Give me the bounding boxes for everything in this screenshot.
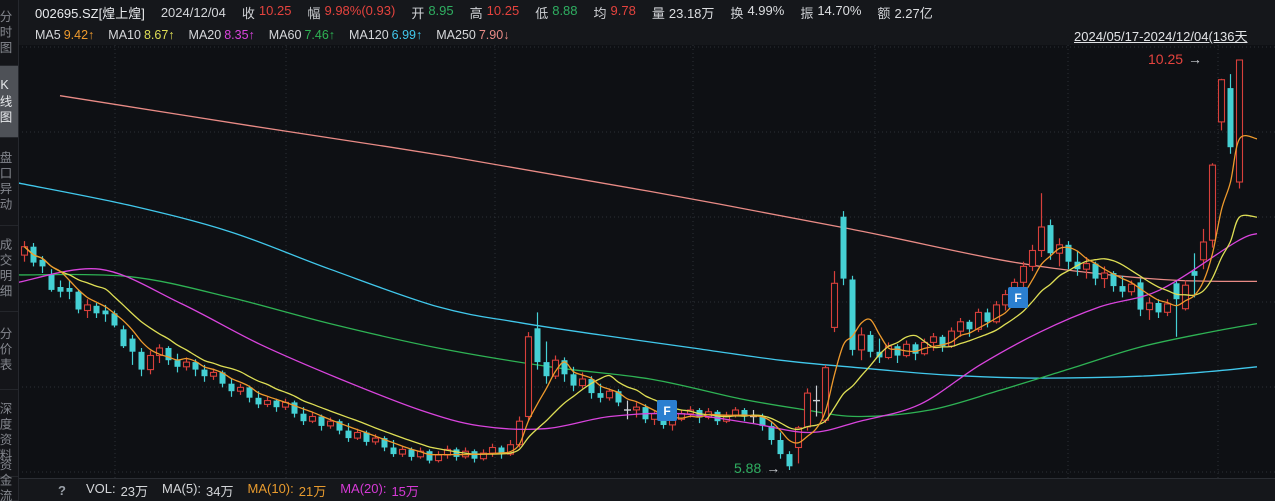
sidebar-tab-rail: 分时图 K线图盘口异动成交明细分价表深度资料资金流向 — [0, 0, 19, 501]
ma-legend-MA5: MA5 9.42↑ — [35, 28, 94, 42]
quote-field-label: 量 — [651, 5, 665, 21]
quote-field-value: 10.25 — [486, 2, 520, 18]
sidebar-tab-label: 分时图 — [0, 10, 12, 57]
ma-label: MA10 — [108, 27, 141, 42]
quote-field-均: 均 9.78 — [594, 3, 636, 22]
ma-value: 7.90↓ — [478, 27, 510, 42]
ma-label: MA60 — [268, 27, 302, 42]
trading-terminal: 分时图 K线图盘口异动成交明细分价表深度资料资金流向 002695.SZ[煌上煌]… — [0, 0, 1275, 501]
kline-chart[interactable]: 10.25 → 5.88 → F F — [18, 45, 1275, 478]
vol-legend-MA10: MA(10): 21万 — [248, 481, 327, 500]
quote-field-label: 振 — [800, 5, 814, 21]
ma-label: MA120 — [349, 27, 389, 42]
ma-value: 6.99↑ — [391, 27, 423, 42]
high-price-annotation: 10.25 → — [1148, 51, 1202, 67]
sidebar-tab-成交明细[interactable]: 成交明细 — [0, 226, 18, 312]
ma-value: 7.46↑ — [304, 27, 336, 42]
ma-legend-MA20: MA20 8.35↑ — [189, 28, 255, 42]
sidebar-tab-资金流向[interactable]: 资金流向 — [0, 458, 18, 501]
quote-field-value: 9.78 — [610, 2, 636, 18]
quote-field-开: 开 8.95 — [411, 3, 453, 22]
dividend-event-badge[interactable]: F — [1008, 287, 1028, 308]
sidebar-tab-盘口异动[interactable]: 盘口异动 — [0, 138, 18, 226]
ma-label: MA20 — [188, 27, 222, 42]
quote-field-label: 收 — [241, 5, 255, 21]
quote-field-label: 均 — [593, 5, 607, 21]
quote-field-label: 高 — [469, 5, 483, 21]
kline-canvas — [18, 45, 1275, 478]
vol-value: 15万 — [391, 483, 419, 499]
quote-field-value: 14.70% — [817, 2, 862, 18]
quote-field-value: 10.25 — [258, 2, 292, 18]
sidebar-tab-label: 成交明细 — [0, 237, 12, 300]
quote-field-value: 2.27亿 — [894, 5, 933, 21]
ma-value: 8.67↑ — [143, 27, 175, 42]
quote-field-label: 低 — [535, 5, 549, 21]
sidebar-tab-K线图[interactable]: K线图 — [0, 66, 18, 138]
quote-field-value: 9.98%(0.93) — [324, 2, 396, 18]
quote-field-收: 收 10.25 — [242, 3, 292, 22]
ma-value: 8.35↑ — [224, 27, 255, 42]
quote-field-value: 8.88 — [552, 2, 578, 18]
quote-info-bar: 002695.SZ[煌上煌] 2024/12/04 收 10.25 幅 9.98%(0… — [18, 0, 1275, 24]
vol-label: MA(5): — [162, 480, 202, 496]
vol-label: MA(20): — [340, 480, 387, 496]
vol-value: 34万 — [206, 483, 234, 499]
quote-field-幅: 幅 9.98%(0.93) — [307, 3, 395, 22]
ma-legend-MA250: MA250 7.90↓ — [436, 28, 509, 42]
quote-fields: 收 10.25 幅 9.98%(0.93) 开 8.95 高 10.25 低 8.88 均 9.78 量… — [242, 3, 933, 22]
vol-legend-MA5: MA(5): 34万 — [162, 481, 233, 500]
sidebar-tab-分价表[interactable]: 分价表 — [0, 312, 18, 390]
quote-field-label: 换 — [730, 5, 744, 21]
quote-field-label: 额 — [877, 5, 891, 21]
ma-legend: MA5 9.42↑ MA10 8.67↑ MA20 8.35↑ MA60 7.46↑ MA120… — [35, 28, 509, 42]
quote-field-振: 振 14.70% — [800, 3, 861, 22]
sidebar-tab-label: 资金流向 — [0, 457, 12, 501]
ma-legend-MA10: MA10 8.67↑ — [108, 28, 174, 42]
sidebar-tab-label: K线图 — [0, 77, 12, 126]
stock-symbol[interactable]: 002695.SZ[煌上煌] — [35, 3, 145, 22]
vol-value: 21万 — [298, 483, 327, 499]
help-icon[interactable]: ? — [58, 483, 66, 498]
vol-label: MA(10): — [247, 480, 294, 496]
dividend-event-badge[interactable]: F — [657, 400, 677, 421]
quote-field-value: 4.99% — [747, 2, 785, 18]
ma-legend-bar: MA5 9.42↑ MA10 8.67↑ MA20 8.35↑ MA60 7.46↑ MA120… — [18, 24, 1275, 46]
vol-legend-VOL: VOL: 23万 — [86, 481, 148, 500]
volume-legend: VOL: 23万 MA(5): 34万 MA(10): 21万 MA(20): 15万 — [86, 481, 419, 500]
quote-field-额: 额 2.27亿 — [877, 3, 932, 22]
ma-label: MA250 — [436, 27, 476, 42]
low-price-annotation: 5.88 → — [734, 460, 780, 476]
quote-field-label: 开 — [411, 5, 425, 21]
sidebar-tab-label: 分价表 — [0, 327, 12, 374]
date-range-link[interactable]: 2024/05/17-2024/12/04(136天 — [1074, 26, 1275, 45]
quote-field-量: 量 23.18万 — [652, 3, 715, 22]
volume-legend-bar: ? VOL: 23万 MA(5): 34万 MA(10): 21万 MA(20): 15万 — [18, 478, 1275, 501]
low-price-label: 5.88 — [734, 460, 762, 476]
ma-value: 9.42↑ — [63, 27, 95, 42]
ma-legend-MA60: MA60 7.46↑ — [269, 28, 335, 42]
high-price-label: 10.25 — [1148, 51, 1184, 67]
quote-field-value: 8.95 — [428, 2, 454, 18]
quote-field-label: 幅 — [307, 5, 321, 21]
quote-field-高: 高 10.25 — [470, 3, 520, 22]
right-arrow-icon: → — [1188, 51, 1203, 67]
sidebar-tab-label: 深度资料 — [0, 402, 12, 464]
ma-legend-MA120: MA120 6.99↑ — [349, 28, 422, 42]
vol-value: 23万 — [120, 483, 149, 499]
trade-date: 2024/12/04 — [160, 4, 226, 20]
vol-label: VOL: — [85, 480, 116, 496]
sidebar-tab-label: 盘口异动 — [0, 150, 12, 213]
right-arrow-icon: → — [766, 460, 781, 476]
sidebar-tab-分时图[interactable]: 分时图 — [0, 2, 18, 66]
quote-field-换: 换 4.99% — [730, 3, 784, 22]
vol-legend-MA20: MA(20): 15万 — [340, 481, 419, 500]
quote-field-低: 低 8.88 — [535, 3, 577, 22]
ma-label: MA5 — [35, 27, 61, 42]
quote-field-value: 23.18万 — [668, 5, 715, 21]
